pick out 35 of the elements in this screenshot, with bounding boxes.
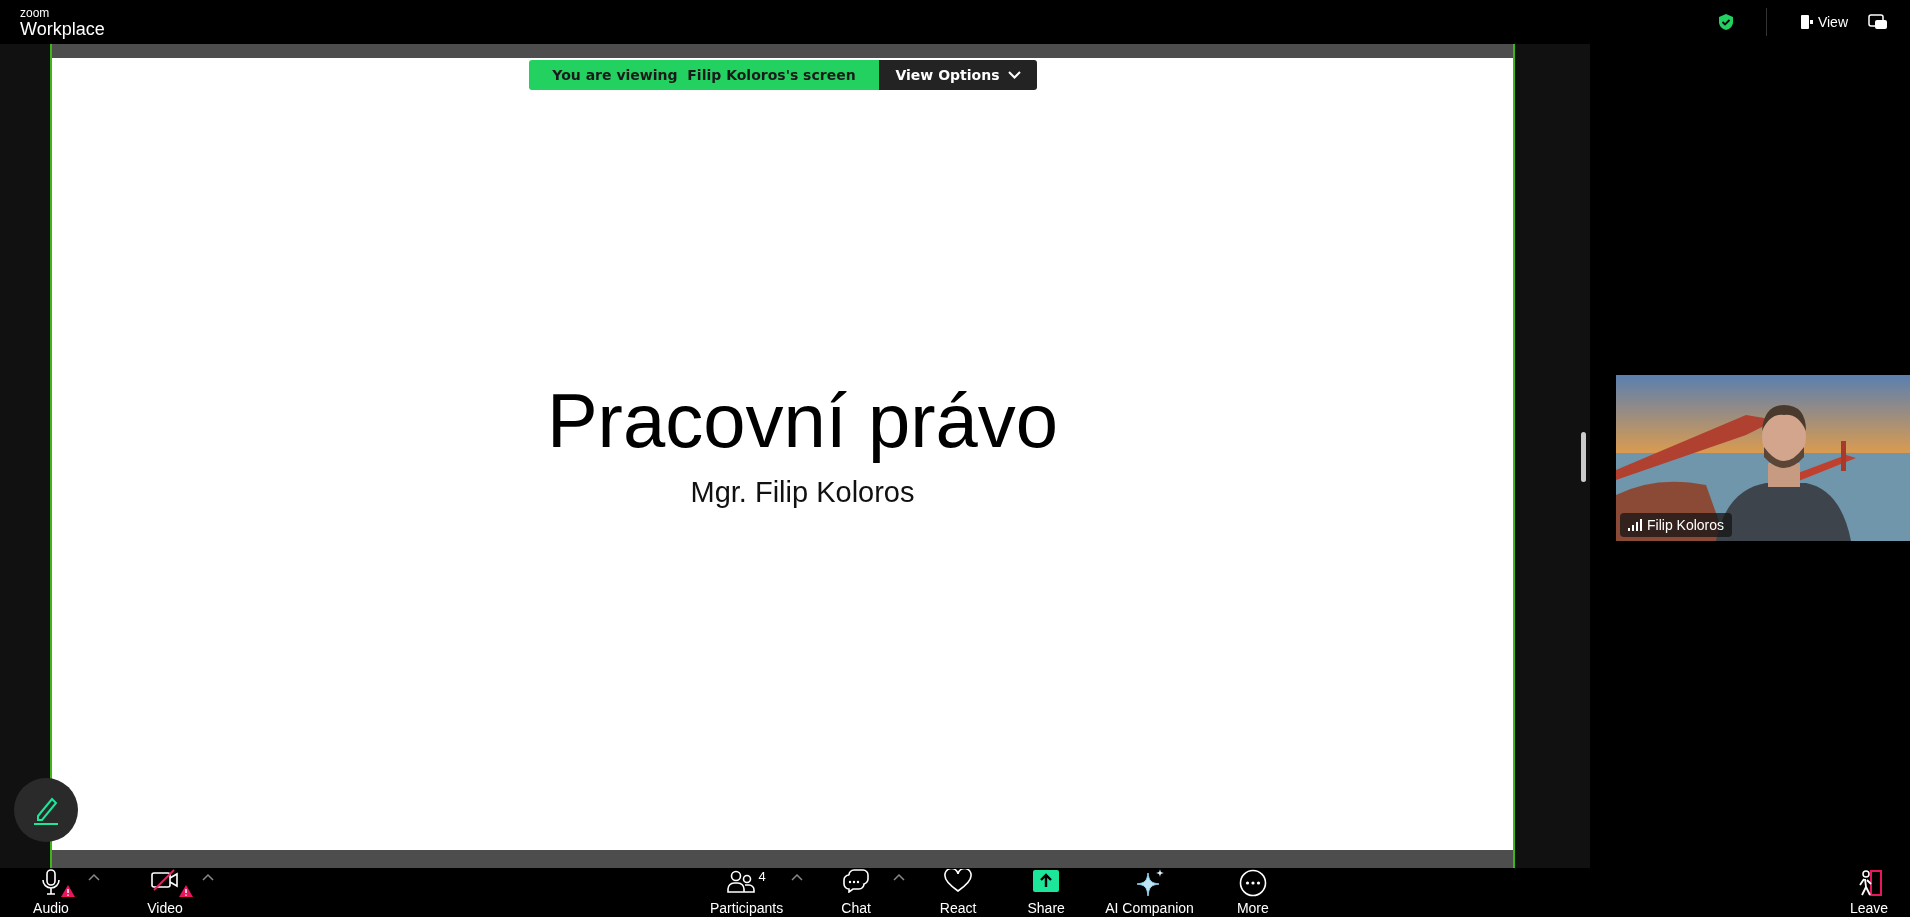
slide-subtitle: Mgr. Filip Koloros — [690, 476, 915, 510]
logo-text: zoom — [20, 6, 51, 19]
participant-name-text: Filip Koloros — [1647, 517, 1725, 533]
slide-title: Pracovní právo — [546, 378, 1059, 463]
view-options-button[interactable]: View Options — [879, 60, 1037, 90]
caret-icon[interactable] — [88, 873, 100, 881]
windows-icon[interactable] — [1868, 14, 1888, 30]
heart-icon — [944, 869, 973, 893]
signal-icon — [1628, 519, 1642, 531]
toolbar-button[interactable]: More — [1217, 867, 1288, 917]
product-name: Workplace — [20, 19, 105, 38]
toolbar-button[interactable]: 4 Participants — [704, 867, 790, 917]
viewing-banner: You are viewing Filip Koloros's screen — [529, 60, 879, 90]
people-icon — [727, 869, 756, 893]
sparkle-icon — [1134, 869, 1165, 897]
caret-icon[interactable] — [791, 873, 804, 881]
view-button[interactable]: View — [1798, 12, 1850, 32]
pencil-icon — [32, 795, 60, 825]
more-icon — [1238, 869, 1267, 897]
caret-icon[interactable] — [893, 873, 906, 881]
participant-count: 4 — [758, 869, 766, 884]
caret-icon[interactable] — [202, 873, 214, 881]
layout-icon — [1800, 15, 1813, 29]
toolbar-button[interactable]: Chat — [821, 867, 892, 917]
toolbar-button[interactable]: React — [923, 867, 994, 917]
toolbar-button[interactable]: Share — [1011, 867, 1082, 917]
leave-button[interactable]: Leave — [1834, 867, 1904, 917]
scrollbar[interactable] — [1581, 432, 1586, 482]
crossed-camera-icon — [151, 869, 179, 891]
microphone-icon — [41, 869, 61, 895]
chevron-down-icon — [1007, 71, 1021, 79]
toolbar-button[interactable]: AI Companion — [1099, 867, 1200, 917]
toolbar-button[interactable]: Video — [130, 867, 200, 917]
toolbar-button[interactable]: Audio — [16, 867, 86, 917]
shield-check-icon[interactable] — [1717, 13, 1734, 31]
